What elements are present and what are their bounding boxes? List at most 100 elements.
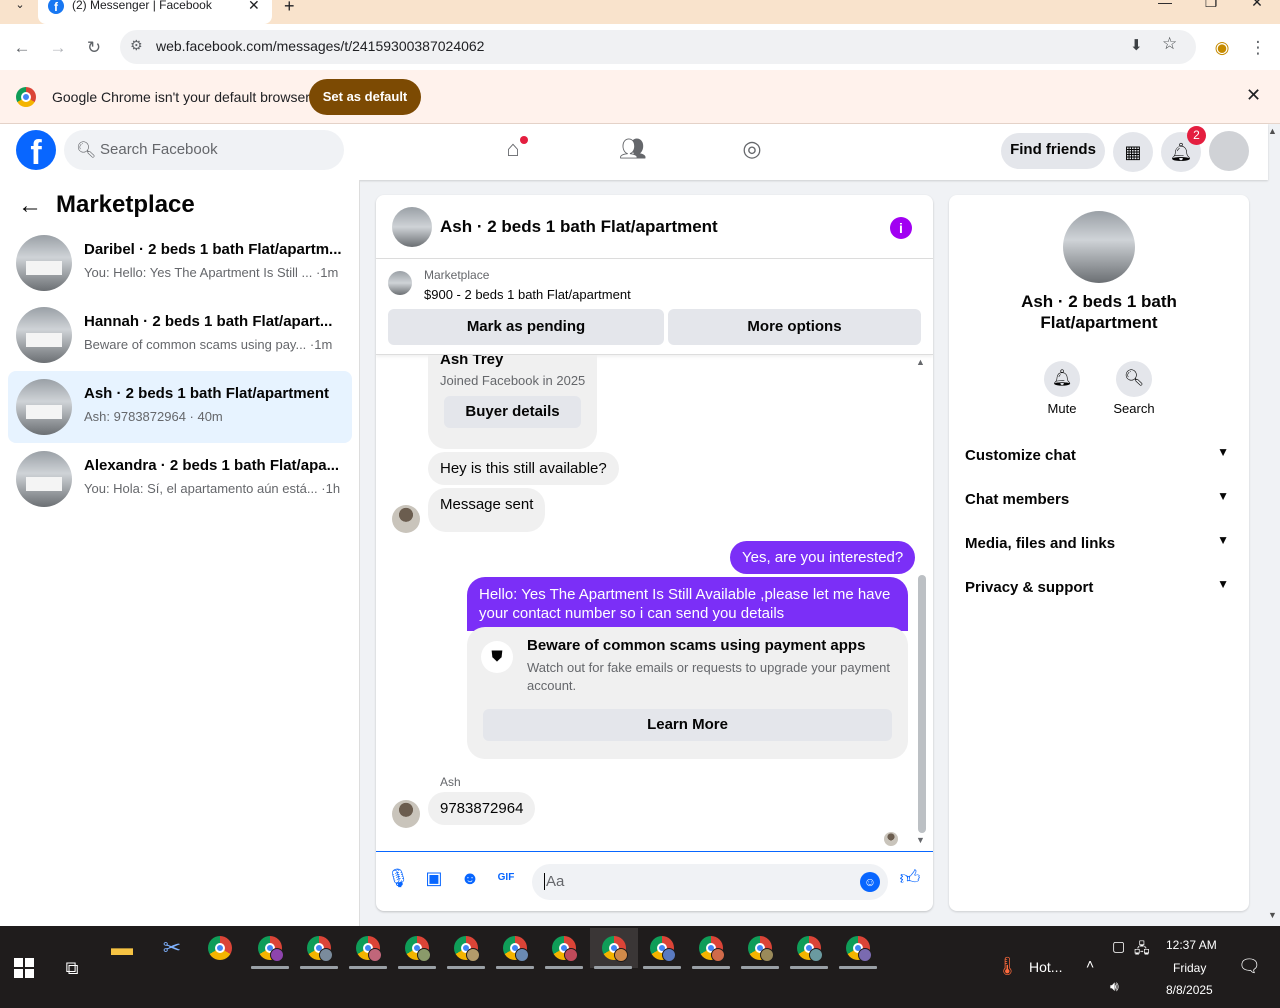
back-icon[interactable]: ← (10, 36, 34, 60)
tab-search-button[interactable]: ⌄ (8, 0, 32, 14)
file-explorer-icon[interactable]: ▬ (102, 928, 142, 968)
conversation-snippet: Beware of common scams using pay... ·1m (84, 337, 333, 352)
friends-icon[interactable]: 👥︎ (618, 136, 648, 166)
conversation-item[interactable]: Daribel · 2 beds 1 bath Flat/apartm... Y… (8, 227, 352, 299)
back-arrow-icon[interactable]: ← (18, 192, 42, 220)
message-list[interactable]: Ash Trey Joined Facebook in 2025 Buyer d… (376, 355, 933, 851)
conversation-info-icon[interactable]: i (890, 217, 912, 239)
facebook-favicon-icon: f (48, 0, 64, 14)
buyer-details-button[interactable]: Buyer details (444, 396, 581, 428)
browser-tab[interactable]: f (2) Messenger | Facebook ✕ (38, 0, 272, 24)
windows-start-icon[interactable] (14, 958, 34, 978)
more-options-button[interactable]: More options (668, 309, 921, 345)
photo-icon[interactable]: ▣ (422, 866, 446, 890)
infobar-close-icon[interactable]: ✕ (1246, 85, 1261, 106)
mute-bell-icon[interactable]: 🔔︎ (1044, 361, 1080, 397)
chrome-profile-window-icon[interactable] (789, 928, 829, 968)
facebook-logo-icon[interactable]: f (16, 130, 56, 170)
message-input[interactable]: Aa ☺ (532, 864, 888, 900)
account-avatar[interactable] (1209, 131, 1249, 171)
emoji-icon[interactable]: ☺ (860, 872, 880, 892)
chrome-profile-window-icon[interactable] (446, 928, 486, 968)
page-scroll-down-icon[interactable]: ▼ (1268, 910, 1277, 920)
listing-price-title[interactable]: $900 - 2 beds 1 bath Flat/apartment (424, 287, 631, 302)
tab-close-icon[interactable]: ✕ (248, 0, 260, 14)
profile-icon[interactable]: ◉ (1210, 36, 1234, 60)
sidebar-title: Marketplace (56, 191, 195, 218)
running-indicator (349, 966, 387, 969)
chat-avatar[interactable] (392, 207, 432, 247)
chrome-profile-window-icon[interactable] (544, 928, 584, 968)
reload-icon[interactable]: ↻ (82, 36, 106, 60)
chrome-profile-window-icon-active[interactable] (590, 928, 638, 968)
facebook-header: f 🔍︎ Search Facebook ⌂ 👥︎ ◎ Find friends… (0, 124, 1268, 180)
clock-time[interactable]: 12:37 AM (1166, 938, 1217, 952)
install-app-icon[interactable]: ⬇ (1130, 36, 1143, 54)
chrome-taskbar-icon[interactable] (200, 928, 240, 968)
search-icon[interactable]: 🔍︎ (1116, 361, 1152, 397)
incoming-message: Message sent (428, 488, 546, 532)
restore-icon[interactable]: ❐ (1196, 0, 1226, 11)
groups-icon[interactable]: ◎ (737, 136, 767, 166)
url-text[interactable]: web.facebook.com/messages/t/241593003870… (156, 38, 484, 54)
set-default-button[interactable]: Set as default (309, 79, 421, 115)
chrome-profile-window-icon[interactable] (397, 928, 437, 968)
chrome-profile-window-icon[interactable] (691, 928, 731, 968)
new-tab-icon[interactable]: + (284, 0, 295, 17)
scroll-down-arrow-icon[interactable]: ▼ (916, 835, 925, 845)
forward-icon[interactable]: → (46, 36, 70, 60)
minimize-icon[interactable]: — (1150, 0, 1180, 10)
chrome-profile-window-icon[interactable] (642, 928, 682, 968)
buyer-name: Ash Trey (440, 355, 504, 368)
thumbs-up-icon[interactable]: 👍︎ (898, 866, 922, 890)
page-scroll-up-icon[interactable]: ▲ (1268, 126, 1277, 136)
chat-members-row[interactable]: Chat members ▼ (965, 477, 1233, 521)
site-info-icon[interactable]: ⚙ (130, 37, 143, 54)
window-close-icon[interactable]: ✕ (1242, 0, 1272, 11)
sender-label: Ash (440, 775, 461, 789)
sender-avatar[interactable] (392, 800, 420, 828)
chrome-profile-window-icon[interactable] (348, 928, 388, 968)
running-indicator (447, 966, 485, 969)
privacy-support-row[interactable]: Privacy & support ▼ (965, 565, 1233, 609)
learn-more-button[interactable]: Learn More (483, 709, 892, 741)
notification-center-icon[interactable]: 🗨︎ (1238, 956, 1261, 977)
weather-thermometer-icon[interactable]: 🌡︎ (996, 956, 1019, 977)
microphone-icon[interactable]: 🎙︎ (386, 866, 410, 890)
facebook-search-input[interactable]: 🔍︎ Search Facebook (64, 130, 344, 170)
conversation-item[interactable]: Hannah · 2 beds 1 bath Flat/apart... Bew… (8, 299, 352, 371)
chrome-profile-window-icon[interactable] (250, 928, 290, 968)
gif-icon[interactable]: GIF (494, 866, 518, 890)
chrome-profile-window-icon[interactable] (838, 928, 878, 968)
network-icon[interactable]: 🖧︎ (1134, 938, 1150, 962)
address-bar[interactable]: ⚙ web.facebook.com/messages/t/2415930038… (120, 30, 1196, 64)
sender-avatar[interactable] (392, 505, 420, 533)
find-friends-button[interactable]: Find friends (1001, 133, 1105, 169)
chrome-profile-window-icon[interactable] (740, 928, 780, 968)
chat-title[interactable]: Ash · 2 beds 1 bath Flat/apartment (440, 217, 718, 237)
weather-text[interactable]: Hot... (1029, 959, 1062, 975)
task-view-icon[interactable]: ⧉ (52, 948, 92, 988)
chrome-menu-icon[interactable]: ⋮ (1246, 36, 1270, 60)
clock-day[interactable]: Friday (1173, 961, 1206, 975)
clock-date[interactable]: 8/8/2025 (1166, 983, 1213, 997)
message-scrollbar[interactable] (918, 575, 926, 833)
chrome-profile-window-icon[interactable] (299, 928, 339, 968)
snipping-tool-icon[interactable]: ✂ (152, 928, 192, 968)
meet-now-icon[interactable]: ▢ (1112, 938, 1125, 955)
listing-thumbnail[interactable] (388, 271, 412, 295)
conversation-item-active[interactable]: Ash · 2 beds 1 bath Flat/apartment Ash: … (8, 371, 352, 443)
mark-as-pending-button[interactable]: Mark as pending (388, 309, 664, 345)
marketplace-sidebar: ← Marketplace Daribel · 2 beds 1 bath Fl… (0, 180, 360, 926)
scroll-up-arrow-icon[interactable]: ▲ (916, 357, 925, 367)
menu-grid-icon[interactable]: ▦ (1113, 132, 1153, 172)
conversation-avatar-large[interactable] (1063, 211, 1135, 283)
media-files-links-row[interactable]: Media, files and links ▼ (965, 521, 1233, 565)
show-hidden-icons-chevron-icon[interactable]: ˄ (1086, 956, 1094, 972)
customize-chat-row[interactable]: Customize chat ▼ (965, 433, 1233, 477)
sticker-icon[interactable]: ☻ (458, 866, 482, 890)
conversation-item[interactable]: Alexandra · 2 beds 1 bath Flat/apa... Yo… (8, 443, 352, 515)
chrome-profile-window-icon[interactable] (495, 928, 535, 968)
volume-icon[interactable]: 🔊︎ (1110, 978, 1119, 995)
bookmark-star-icon[interactable]: ☆ (1162, 34, 1177, 54)
